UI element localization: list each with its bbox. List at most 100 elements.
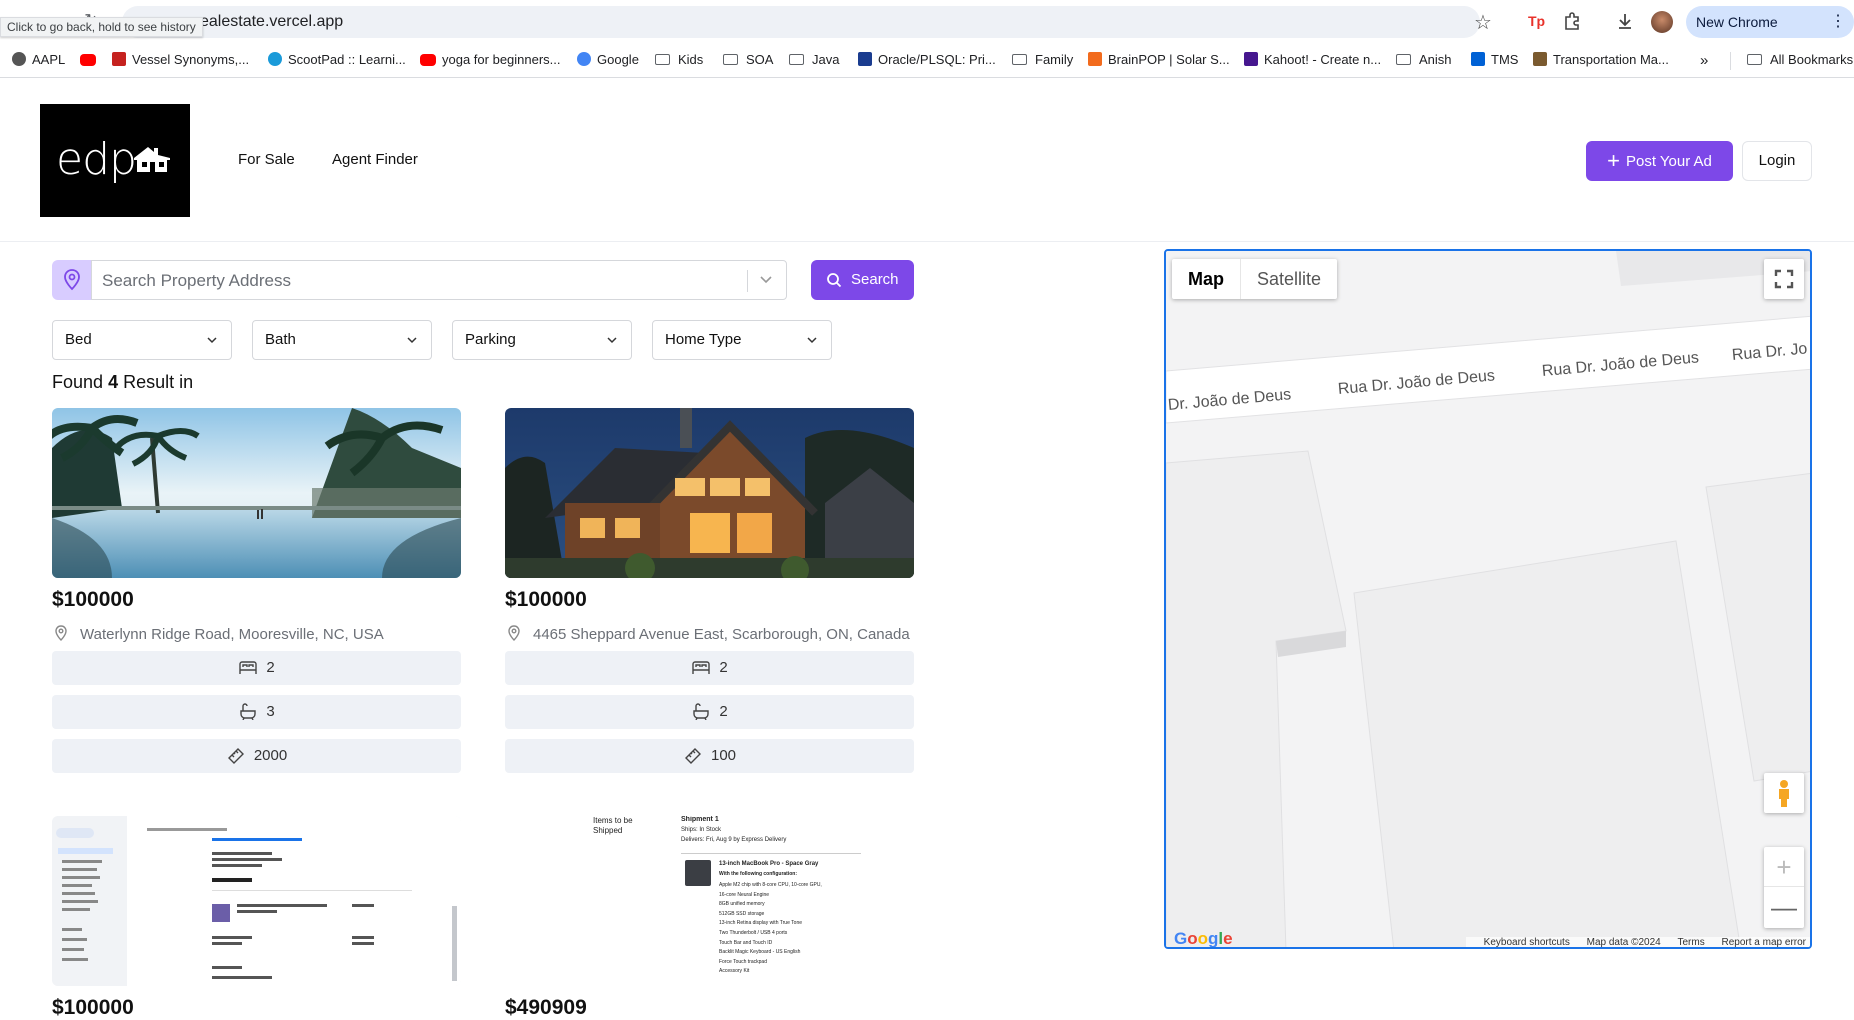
listing-beds: 2 (505, 651, 914, 685)
doc-spec: 8GB unified memory (719, 901, 765, 908)
location-pin-box (52, 260, 92, 300)
filter-parking[interactable]: Parking (452, 320, 632, 360)
fullscreen-icon (1774, 269, 1794, 289)
bookmark-item[interactable]: TMS (1471, 52, 1518, 67)
google-map[interactable]: Dr. João de Deus Rua Dr. João de Deus Ru… (1164, 249, 1812, 949)
more-bookmarks-chevron-icon[interactable]: » (1700, 52, 1708, 69)
location-pin-icon (55, 625, 67, 641)
profile-avatar[interactable] (1651, 11, 1673, 33)
bookmark-item[interactable]: Google (577, 52, 639, 67)
listing-baths-value: 2 (719, 703, 728, 720)
listing-address: 4465 Sheppard Avenue East, Scarborough, … (505, 624, 910, 643)
bookmark-item[interactable]: yoga for beginners... (420, 52, 561, 67)
tp-extension-icon[interactable]: Tp (1526, 11, 1546, 31)
listing-image-wooden-house[interactable] (505, 408, 914, 578)
search-icon (827, 273, 842, 288)
site-header: edp For Sale Agent Finder + Post Your Ad … (0, 79, 1854, 242)
doc-ships: Ships: In Stock (681, 827, 722, 833)
listing-area: 2000 (52, 739, 461, 773)
bookmark-star-icon[interactable]: ☆ (1474, 10, 1492, 35)
map-footer: Keyboard shortcuts Map data ©2024 Terms … (1465, 937, 1810, 947)
keyboard-shortcuts-link[interactable]: Keyboard shortcuts (1484, 937, 1570, 947)
bookmark-item[interactable]: Vessel Synonyms,... (112, 52, 249, 67)
doc-spec: Apple M2 chip with 8-core CPU, 10-core G… (719, 882, 822, 888)
report-map-error-link[interactable]: Report a map error (1722, 937, 1806, 947)
bookmark-item[interactable]: SOA (723, 52, 773, 67)
fullscreen-button[interactable] (1764, 259, 1804, 299)
youtube-icon (80, 54, 96, 66)
doc-delivers: Delivers: Fri, Aug 9 by Express Delivery (681, 837, 787, 843)
house-logo-icon (134, 147, 170, 172)
logo-text: edp (56, 134, 137, 185)
bookmark-item[interactable]: Anish (1396, 52, 1452, 67)
login-button[interactable]: Login (1742, 141, 1812, 181)
listing-image-resort-pool[interactable] (52, 408, 461, 578)
listing-beds-value: 2 (719, 659, 728, 676)
bookmark-item[interactable] (80, 52, 102, 67)
chevron-down-icon (207, 337, 217, 344)
macbook-thumbnail (685, 860, 711, 886)
bookmark-item[interactable]: Family (1012, 52, 1073, 67)
search-placeholder: Search Property Address (102, 271, 291, 290)
bookmark-item[interactable]: Kahoot! - Create n... (1244, 52, 1381, 67)
filter-home-type-label: Home Type (665, 331, 742, 348)
listing-card[interactable] (505, 408, 914, 578)
doc-spec: Touch Bar and Touch ID (719, 939, 773, 946)
listing-card[interactable] (52, 816, 461, 986)
filter-bath-label: Bath (265, 331, 296, 348)
folder-icon (1012, 54, 1027, 65)
search-address-input[interactable]: Search Property Address (91, 260, 787, 300)
chevron-down-icon[interactable] (758, 271, 774, 287)
post-your-ad-button[interactable]: + Post Your Ad (1586, 141, 1733, 181)
doc-config: With the following configuration: (719, 871, 797, 877)
map-type-map-button[interactable]: Map (1172, 259, 1241, 299)
search-button[interactable]: Search (811, 260, 914, 300)
doc-spec: 16-core Neural Engine (719, 891, 770, 898)
bookmark-item[interactable]: Oracle/PLSQL: Pri... (858, 52, 996, 67)
bookmark-item[interactable]: ScootPad :: Learni... (268, 52, 406, 67)
menu-dots-icon[interactable]: ⋮ (1830, 6, 1846, 38)
edp-logo[interactable]: edp (40, 104, 190, 217)
filter-bed[interactable]: Bed (52, 320, 232, 360)
chevron-down-icon (407, 337, 417, 344)
bath-icon (693, 703, 710, 721)
listing-image-email-screenshot[interactable] (52, 816, 461, 986)
bookmark-item[interactable]: BrainPOP | Solar S... (1088, 52, 1230, 67)
bookmarks-divider (1730, 52, 1731, 70)
extensions-puzzle-icon[interactable] (1562, 11, 1582, 31)
nav-for-sale[interactable]: For Sale (238, 151, 295, 168)
bookmark-item[interactable]: Kids (655, 52, 703, 67)
map-tiles (1166, 251, 1810, 947)
map-type-satellite-button[interactable]: Satellite (1241, 259, 1337, 299)
bookmark-item[interactable]: Transportation Ma... (1533, 52, 1669, 67)
all-bookmarks-button[interactable]: All Bookmarks (1747, 52, 1853, 67)
brainpop-icon (1088, 52, 1102, 66)
results-number: 4 (108, 372, 119, 392)
zoom-in-button[interactable]: + (1764, 847, 1804, 887)
bookmark-label: Oracle/PLSQL: Pri... (878, 52, 996, 67)
resort-pool-photo (52, 408, 461, 578)
new-chrome-available-button[interactable]: New Chrome available ⋮ (1686, 6, 1854, 62)
folder-icon (723, 54, 738, 65)
bookmark-label: ScootPad :: Learni... (288, 52, 406, 67)
street-view-pegman-button[interactable] (1764, 773, 1804, 813)
bookmark-item[interactable]: Java (789, 52, 839, 67)
filter-home-type[interactable]: Home Type (652, 320, 832, 360)
listing-card[interactable]: Items to be Shipped Shipment 1 Ships: In… (505, 816, 914, 986)
address-bar[interactable]: ealestate.vercel.app (122, 6, 1480, 38)
bookmark-item[interactable]: AAPL (12, 52, 65, 67)
download-icon[interactable] (1615, 11, 1635, 31)
google-logo[interactable]: Google (1174, 929, 1233, 947)
bookmark-label: Transportation Ma... (1553, 52, 1669, 67)
nav-agent-finder[interactable]: Agent Finder (332, 151, 418, 168)
doc-spec: 13-inch Retina display with True Tone (719, 920, 803, 927)
doc-shipment: Shipment 1 (681, 816, 719, 823)
doc-specs: Apple M2 chip with 8-core CPU, 10-core G… (719, 881, 822, 977)
transport-icon (1533, 52, 1547, 66)
listing-baths-value: 3 (266, 703, 275, 720)
listing-image-order-screenshot[interactable]: Items to be Shipped Shipment 1 Ships: In… (505, 816, 914, 986)
filter-bath[interactable]: Bath (252, 320, 432, 360)
terms-link[interactable]: Terms (1678, 937, 1705, 947)
listing-card[interactable] (52, 408, 461, 578)
zoom-out-button[interactable]: — (1764, 887, 1804, 927)
